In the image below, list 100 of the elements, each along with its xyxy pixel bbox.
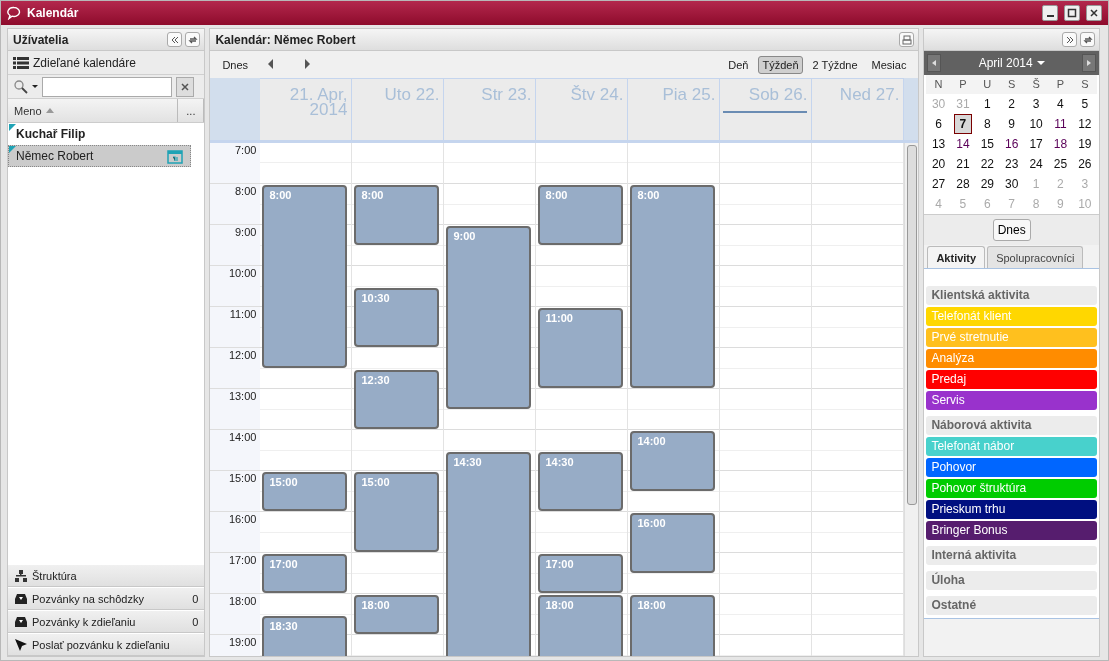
calendar-day[interactable]: 18 [1051, 134, 1070, 154]
calendar-day[interactable]: 4 [1051, 94, 1070, 114]
calendar-day[interactable]: 22 [978, 154, 997, 174]
view-tab[interactable]: Týždeň [758, 55, 803, 74]
column-header[interactable]: Meno [8, 99, 179, 122]
calendar-day[interactable]: 13 [929, 134, 948, 154]
view-tab[interactable]: 2 Týždne [808, 55, 862, 74]
previous-month-button[interactable] [927, 54, 942, 72]
close-icon [181, 82, 189, 91]
group-title[interactable]: Úloha [926, 571, 1097, 590]
activity-tag[interactable]: Bringer Bonus [926, 521, 1097, 540]
calendar-day[interactable]: 30 [1002, 174, 1021, 194]
weekday-label: U [975, 75, 1000, 94]
calendar-day[interactable]: 21 [953, 154, 973, 174]
view-tab[interactable]: Mesiac [867, 55, 911, 74]
weekday-label: S [999, 75, 1024, 94]
tab[interactable]: Spolupracovníci [987, 246, 1084, 268]
tab[interactable]: Aktivity [927, 246, 986, 268]
activity-tag[interactable]: Predaj [926, 370, 1097, 389]
close-button[interactable] [1086, 5, 1102, 21]
calendar-day[interactable]: 14 [953, 134, 973, 154]
calendar-day[interactable]: 3 [1026, 94, 1046, 114]
today-button[interactable]: Dnes [992, 219, 1031, 241]
group-title[interactable]: Klientská aktivita [926, 286, 1097, 305]
section-label: Pozvánky k zdieľaniu [32, 615, 136, 628]
calendar-day[interactable]: 11 [1051, 114, 1070, 134]
inbox-icon [14, 591, 28, 606]
sidebar-section[interactable]: Pozvánky na schôdzky 0 [8, 587, 205, 610]
weekday-label: P [1048, 75, 1073, 94]
window-title: Kalendár [27, 6, 80, 20]
calendar-day[interactable]: 26 [1075, 154, 1094, 174]
day-header: Sob 26. [723, 87, 808, 113]
calendar-day[interactable]: 17 [1026, 134, 1046, 154]
hierarchy-icon [14, 568, 28, 583]
collapse-button[interactable] [167, 32, 183, 47]
printer-icon [901, 34, 912, 45]
user-name: Kuchař Filip [16, 127, 87, 141]
cursor-icon [14, 637, 28, 652]
next-month-button[interactable] [1082, 54, 1096, 72]
calendar-day[interactable]: 6 [929, 114, 948, 134]
calendar-day[interactable]: 5 [1075, 94, 1094, 114]
count: 0 [192, 615, 199, 628]
section-label: Štruktúra [32, 569, 77, 582]
activity-tag[interactable]: Pohovor [926, 458, 1097, 477]
refresh-button[interactable] [185, 32, 201, 47]
view-tab[interactable]: Deň [724, 55, 753, 74]
calendar-day[interactable]: 27 [929, 174, 948, 194]
weekday-label: N [926, 75, 951, 94]
calendar-day[interactable]: 8 [978, 114, 997, 134]
user-name: Němec Robert [16, 149, 95, 163]
sort-up-icon [45, 108, 54, 113]
caret-icon [32, 85, 38, 88]
calendar-day[interactable]: 28 [953, 174, 973, 194]
minimize-button[interactable] [1042, 5, 1058, 21]
calendar-day[interactable]: 10 [1026, 114, 1046, 134]
swap-arrows-icon [187, 34, 198, 45]
right-triangle-icon [304, 57, 313, 70]
group-title[interactable]: Náborová aktivita [926, 416, 1097, 435]
swap-arrows-icon [1082, 34, 1093, 45]
section-label: Pozvánky na schôdzky [32, 592, 144, 605]
sidebar-section[interactable]: Poslať pozvánku k zdieľaniu [8, 633, 205, 656]
sidebar-section[interactable]: Pozvánky k zdieľaniu 0 [8, 610, 205, 633]
maximize-button[interactable] [1064, 5, 1080, 21]
group-title[interactable]: Ostatné [926, 596, 1097, 615]
calendar-day[interactable]: 9 [1002, 114, 1021, 134]
refresh-button[interactable] [1080, 32, 1095, 47]
day-header: Štv 24. [570, 87, 624, 102]
search-field[interactable] [42, 76, 172, 97]
user-row[interactable]: Němec Robert [8, 145, 191, 167]
double-chevron-icon [1064, 34, 1075, 45]
today-button[interactable]: Dnes [218, 55, 253, 74]
print-button[interactable] [899, 32, 915, 47]
calendar-day[interactable]: 16 [1002, 134, 1021, 154]
calendar-day[interactable]: 1 [978, 94, 997, 114]
calendar-day[interactable]: 7 [953, 114, 973, 134]
calendar-day[interactable]: 19 [1075, 134, 1094, 154]
clear-button[interactable] [176, 76, 194, 97]
calendar-day[interactable]: 20 [929, 154, 948, 174]
calendar-day[interactable]: 29 [978, 174, 997, 194]
calendar-day[interactable]: 24 [1026, 154, 1046, 174]
scrollbar-thumb[interactable] [907, 145, 918, 505]
sidebar-section[interactable]: Štruktúra [8, 564, 205, 587]
calendar-day[interactable]: 15 [978, 134, 997, 154]
list-icon [13, 55, 29, 70]
weekday-label: S [1072, 75, 1097, 94]
section-label: Poslať pozvánku k zdieľaniu [32, 638, 170, 651]
activity-tag[interactable]: Servis [926, 391, 1097, 410]
calendar-day[interactable]: 25 [1051, 154, 1070, 174]
close-icon [1089, 8, 1099, 18]
count: 0 [192, 592, 199, 605]
group-title[interactable]: Interná aktivita [926, 546, 1097, 565]
column-menu[interactable]: ... [178, 99, 205, 122]
activity-tag[interactable]: Prieskum trhu [926, 500, 1097, 519]
caret-icon [1036, 61, 1045, 65]
expand-button[interactable] [1062, 32, 1077, 47]
minimize-icon [1046, 15, 1054, 17]
calendar-day[interactable]: 2 [1002, 94, 1021, 114]
panel-title: Užívatelia [13, 32, 70, 47]
calendar-day[interactable]: 12 [1075, 114, 1094, 134]
calendar-day[interactable]: 23 [1002, 154, 1021, 174]
